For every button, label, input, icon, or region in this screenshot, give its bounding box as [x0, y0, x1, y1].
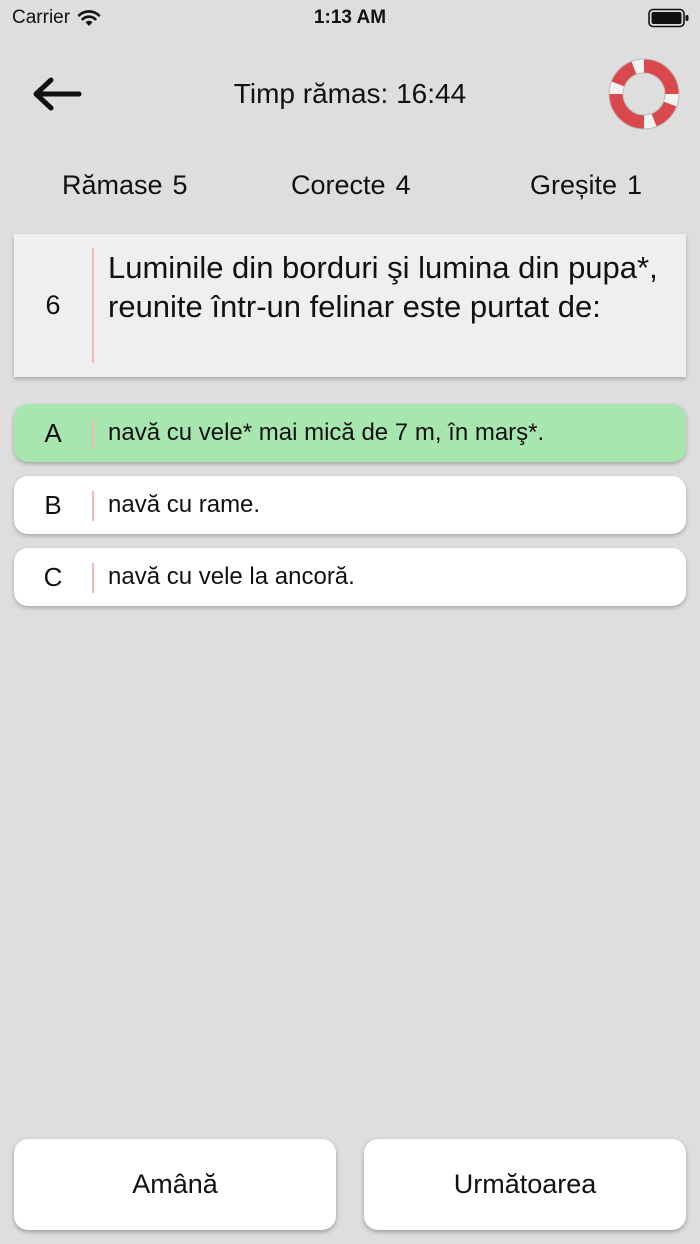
- answer-option-a[interactable]: A navă cu vele* mai mică de 7 m, în marş…: [14, 404, 686, 462]
- help-button[interactable]: [606, 56, 682, 132]
- battery-icon: [648, 8, 689, 28]
- stat-correct-label: Corecte: [291, 170, 386, 200]
- status-time: 1:13 AM: [313, 7, 387, 28]
- stat-wrong-value: 1: [627, 170, 643, 200]
- answer-text: navă cu rame.: [108, 491, 261, 518]
- lifebuoy-icon: [608, 58, 680, 130]
- answer-divider: [92, 563, 94, 593]
- question-text: Luminile din borduri şi lumina din pupa*…: [108, 250, 658, 324]
- status-bar: Carrier 1:13 AM: [0, 0, 700, 36]
- stat-remaining-value: 5: [172, 170, 188, 200]
- stat-correct: Corecte 4: [291, 170, 411, 201]
- question-number: 6: [45, 290, 61, 320]
- stat-wrong: Greșite 1: [530, 170, 642, 201]
- back-arrow-icon: [33, 77, 82, 111]
- back-button[interactable]: [24, 68, 88, 120]
- answer-option-b[interactable]: B navă cu rame.: [14, 476, 686, 534]
- answer-letter: A: [44, 417, 62, 448]
- answer-text: navă cu vele* mai mică de 7 m, în marş*.: [108, 419, 545, 446]
- answer-option-c[interactable]: C navă cu vele la ancoră.: [14, 548, 686, 606]
- stat-remaining-label: Rămase: [62, 170, 163, 200]
- answer-letter: C: [43, 561, 63, 592]
- stat-correct-value: 4: [395, 170, 411, 200]
- answer-text: navă cu vele la ancoră.: [108, 563, 355, 590]
- question-divider: [92, 248, 94, 363]
- question-card: 6 Luminile din borduri şi lumina din pup…: [14, 234, 686, 377]
- next-button[interactable]: Următoarea: [364, 1139, 686, 1230]
- stat-remaining: Rămase 5: [62, 170, 188, 201]
- postpone-button[interactable]: Amână: [14, 1139, 336, 1230]
- answer-divider: [92, 419, 94, 449]
- time-remaining: Timp rămas: 16:44: [233, 78, 467, 109]
- stats-row: Rămase 5 Corecte 4 Greșite 1: [0, 170, 700, 206]
- stat-wrong-label: Greșite: [530, 170, 618, 200]
- answer-divider: [92, 491, 94, 521]
- answer-letter: B: [44, 489, 62, 520]
